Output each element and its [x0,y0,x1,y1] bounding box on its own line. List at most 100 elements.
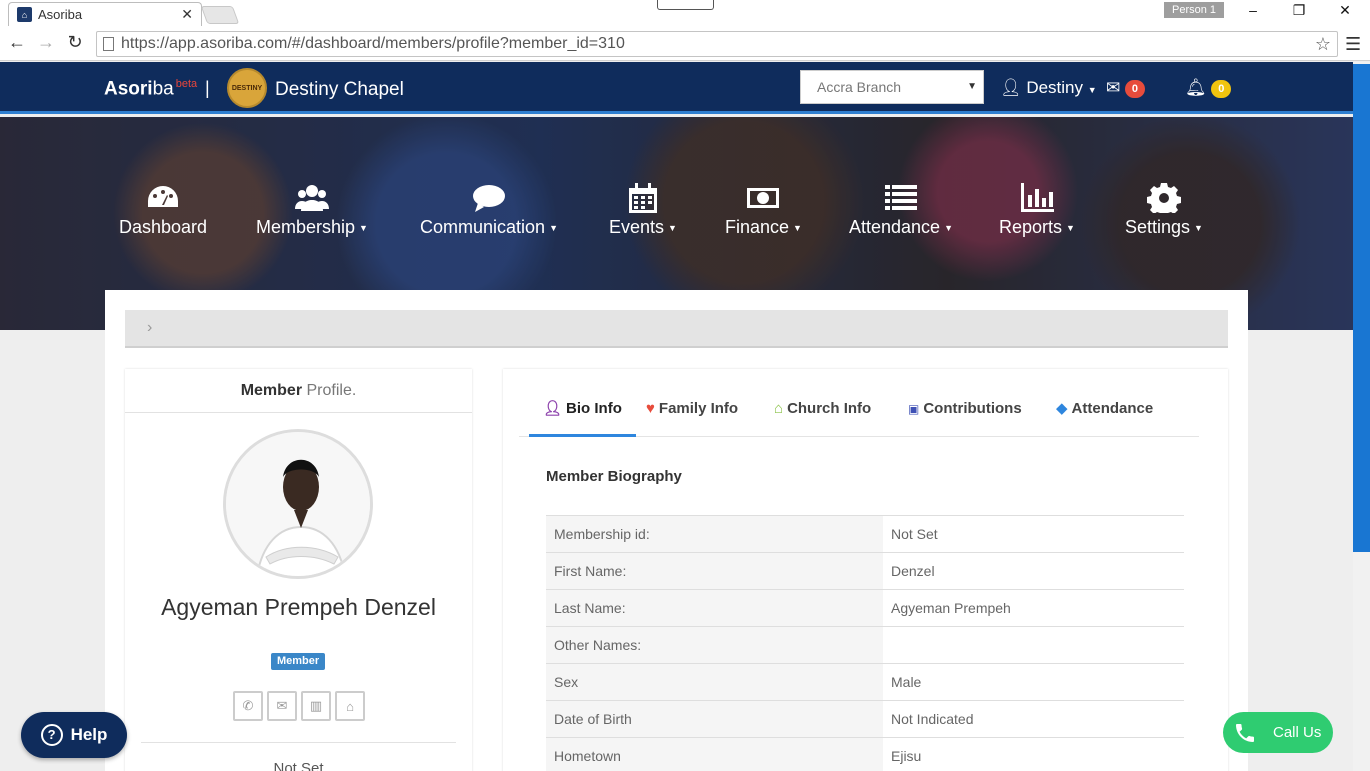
contact-actions: ✆ ✉ ▥ ⌂ [233,691,365,721]
field-value: Denzel [883,552,1184,590]
field-value: Not Set [883,515,1184,553]
tab-attendance[interactable]: ◆ Attendance [1042,386,1167,437]
close-window-icon[interactable]: ✕ [1322,2,1368,19]
branch-select[interactable]: Accra Branch ▼ [800,70,984,104]
phone-icon [1231,719,1259,747]
gear-icon [1146,183,1181,217]
nav-communication[interactable]: Communication ▼ [420,183,558,238]
profile-tabs: 👤︎ Bio Info ♥ Family Info ⌂ Church Info ▣ Co… [519,386,1199,437]
breadcrumb: › [125,310,1228,348]
question-icon: ? [40,724,63,746]
reload-icon[interactable]: ↻ [65,32,85,53]
table-row: First Name: Denzel [546,552,1184,590]
brand-rest: ba [152,78,174,100]
new-tab-button[interactable] [200,6,240,24]
envelope-icon: ✉ [276,698,288,713]
notifications-button[interactable]: 🔔︎ 0 [1185,78,1232,98]
brand-logo[interactable]: Asoriba beta [104,78,197,100]
url-input[interactable]: https://app.asoriba.com/#/dashboard/memb… [96,31,1338,57]
field-value: Not Indicated [883,700,1184,738]
back-icon[interactable]: ← [7,32,27,53]
chevron-down-icon: ▼ [793,223,802,234]
chevron-right-icon: › [147,319,153,336]
branch-selected: Accra Branch [817,79,902,95]
field-label: Date of Birth [546,700,883,738]
table-row: Last Name: Agyeman Prempeh [546,589,1184,627]
field-label: Hometown [546,737,883,771]
profile-badge[interactable]: Person 1 [1164,2,1224,18]
biography-heading: Member Biography [546,468,682,485]
calendar-icon [626,183,660,213]
avatar [223,429,373,579]
bookmark-star-icon[interactable]: ☆ [1315,32,1331,56]
restore-icon[interactable]: ❐ [1276,2,1322,19]
call-us-button[interactable]: Call Us [1223,712,1333,753]
bank-icon: ⌂ [346,698,354,714]
messages-badge: 0 [1124,79,1145,98]
member-profile-card: Member Profile. Agyeman Prempeh Denzel M… [125,369,472,771]
messages-button[interactable]: ✉ 0 [1106,78,1145,98]
tab-bio-info[interactable]: 👤︎ Bio Info [529,386,636,437]
browser-tab[interactable]: ⌂ Asoriba ✕ [8,2,202,26]
tab-title: Asoriba [38,7,83,22]
select-caret-icon: ▼ [967,81,977,92]
dashboard-icon [146,183,180,213]
user-icon: 👤︎ [1000,78,1022,97]
biography-table: Membership id: Not Set First Name: Denzel … [546,515,1184,771]
page-icon [103,37,114,51]
phone-icon: ✆ [242,698,254,713]
chevron-down-icon: ▼ [1066,223,1075,234]
forward-icon[interactable]: → [36,32,56,53]
minimize-icon[interactable]: – [1230,2,1276,18]
bank-icon: ⌂ [774,400,784,417]
field-value: Agyeman Prempeh [883,589,1184,627]
brand-bold: Asori [104,78,153,100]
money-icon: ▣ [908,402,920,416]
table-row: Other Names: [546,626,1184,664]
tab-church-info[interactable]: ⌂ Church Info [760,386,885,437]
table-row: Hometown Ejisu [546,737,1184,771]
user-menu[interactable]: 👤︎ Destiny ▼ [1000,78,1097,98]
church-name: Destiny Chapel [275,79,404,100]
money-icon [746,183,780,213]
email-button[interactable]: ✉ [267,691,297,721]
favicon-icon: ⌂ [17,7,32,22]
nav-attendance[interactable]: Attendance ▼ [849,183,953,238]
user-icon: 👤︎ [543,400,563,417]
church-logo: DESTINY [227,68,267,108]
nav-dashboard[interactable]: Dashboard [119,183,207,238]
beta-tag: beta [175,78,198,90]
tab-family-info[interactable]: ♥ Family Info [632,386,752,437]
tag-icon: ◆ [1056,400,1068,417]
browser-menu-icon[interactable]: ☰ [1345,34,1361,55]
field-value: Ejisu [883,737,1184,771]
scrollbar-thumb[interactable] [1353,64,1370,552]
help-button[interactable]: ? Help [21,712,127,758]
window-grip [657,0,714,10]
role-badge: Member [271,653,326,670]
bank-button[interactable]: ⌂ [335,691,365,721]
nav-membership[interactable]: Membership ▼ [256,183,368,238]
field-value [883,626,1184,664]
field-label: First Name: [546,552,883,590]
chat-icon [472,183,506,213]
app-header: Asoriba beta | DESTINY Destiny Chapel Acc… [0,62,1370,114]
bio-card: 👤︎ Bio Info ♥ Family Info ⌂ Church Info ▣ Co… [503,369,1228,771]
table-row: Date of Birth Not Indicated [546,700,1184,738]
address-bar: ← → ↻ https://app.asoriba.com/#/dashboar… [0,28,1370,61]
tab-contributions[interactable]: ▣ Contributions [894,386,1036,437]
building-button[interactable]: ▥ [301,691,331,721]
nav-reports[interactable]: Reports ▼ [999,183,1075,238]
chevron-down-icon: ▼ [668,223,677,234]
heart-icon: ♥ [646,400,655,417]
field-label: Membership id: [546,515,883,553]
phone-button[interactable]: ✆ [233,691,263,721]
nav-events[interactable]: Events ▼ [609,183,677,238]
chevron-down-icon: ▼ [1087,85,1097,95]
field-label: Other Names: [546,626,883,664]
close-tab-icon[interactable]: ✕ [181,6,193,23]
nav-settings[interactable]: Settings ▼ [1125,183,1203,238]
nav-finance[interactable]: Finance ▼ [725,183,802,238]
browser-titlebar: ⌂ Asoriba ✕ Person 1 – ❐ ✕ [0,0,1370,28]
chevron-down-icon: ▼ [359,223,368,234]
